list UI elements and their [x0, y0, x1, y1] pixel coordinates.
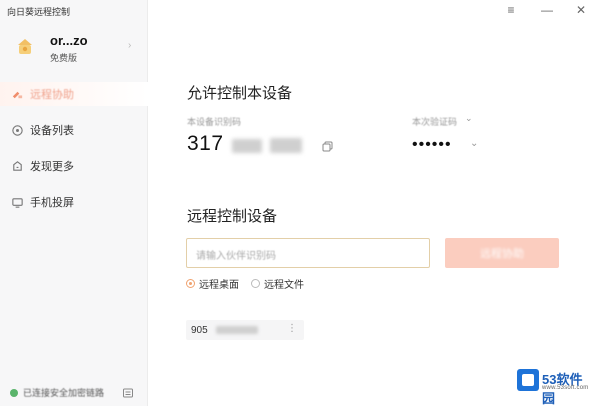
- user-name: or...zo: [50, 33, 88, 48]
- remote-control-title: 远程控制设备: [187, 208, 278, 225]
- password-label: 本次验证码: [412, 117, 458, 127]
- app-title: 向日葵远程控制: [7, 7, 71, 17]
- discover-icon: [10, 159, 24, 173]
- device-id: 317: [187, 132, 224, 155]
- settings-icon[interactable]: [122, 386, 134, 398]
- connection-status: 已连接安全加密链路: [10, 386, 140, 400]
- user-profile[interactable]: or...zo 免费版 ›: [10, 30, 140, 66]
- chevron-down-icon[interactable]: ⌄: [465, 113, 473, 124]
- sidebar: 向日葵远程控制 or...zo 免费版 › 远程协助 设备列表 发现更多 手机投…: [0, 0, 148, 406]
- refresh-dropdown-icon[interactable]: ⌄: [470, 138, 478, 149]
- connect-button[interactable]: 远程协助: [445, 238, 559, 268]
- mode-selector: 远程桌面 远程文件: [186, 276, 316, 291]
- partner-id-input[interactable]: [186, 238, 430, 268]
- chevron-right-icon: ›: [128, 40, 132, 51]
- sidebar-item-device-list[interactable]: 设备列表: [0, 118, 148, 142]
- mode-remote-file[interactable]: 远程文件: [251, 276, 304, 291]
- minimize-icon[interactable]: —: [539, 3, 555, 17]
- sidebar-item-remote-assist[interactable]: 远程协助: [0, 82, 148, 106]
- mode-remote-desktop[interactable]: 远程桌面: [186, 276, 239, 291]
- device-list-icon: [10, 123, 24, 137]
- sunflower-avatar-icon: [14, 36, 36, 58]
- history-id: 905: [191, 324, 208, 336]
- more-options-icon[interactable]: ⋮: [287, 323, 297, 334]
- radio-unchecked-icon: [251, 279, 260, 288]
- sidebar-item-phone-cast[interactable]: 手机投屏: [0, 190, 148, 214]
- copy-icon[interactable]: [322, 139, 333, 152]
- connect-label: 远程协助: [480, 248, 524, 260]
- history-list-item[interactable]: 905 ⋮: [186, 320, 304, 340]
- sidebar-item-label: 远程协助: [30, 89, 74, 101]
- device-id-label: 本设备识别码: [187, 117, 242, 127]
- sidebar-item-label: 设备列表: [30, 125, 74, 137]
- mode-label: 远程文件: [264, 280, 304, 291]
- brand-logo-icon: [517, 369, 539, 391]
- watermark-url: www.53soft.com: [542, 385, 589, 391]
- app-window: 向日葵远程控制 or...zo 免费版 › 远程协助 设备列表 发现更多 手机投…: [0, 0, 596, 406]
- sidebar-item-label: 发现更多: [30, 161, 74, 173]
- history-name-redacted: [215, 326, 258, 334]
- allow-control-title: 允许控制本设备: [187, 85, 293, 102]
- device-id-redacted: [232, 136, 304, 156]
- sidebar-nav: 远程协助 设备列表 发现更多 手机投屏: [0, 82, 148, 226]
- mode-label: 远程桌面: [199, 280, 239, 291]
- radio-checked-icon: [186, 279, 195, 288]
- phone-cast-icon: [10, 195, 24, 209]
- status-text: 已连接安全加密链路: [23, 388, 105, 398]
- status-dot-icon: [10, 389, 18, 397]
- user-level: 免费版: [50, 53, 78, 63]
- password-value: ••••••: [412, 136, 452, 153]
- remote-icon: [10, 87, 24, 101]
- watermark-logo: 53软件园 www.53soft.com: [517, 369, 589, 406]
- menu-icon[interactable]: ≡: [503, 3, 519, 17]
- close-icon[interactable]: ✕: [573, 3, 589, 17]
- sidebar-item-label: 手机投屏: [30, 197, 74, 209]
- sidebar-item-discover[interactable]: 发现更多: [0, 154, 148, 178]
